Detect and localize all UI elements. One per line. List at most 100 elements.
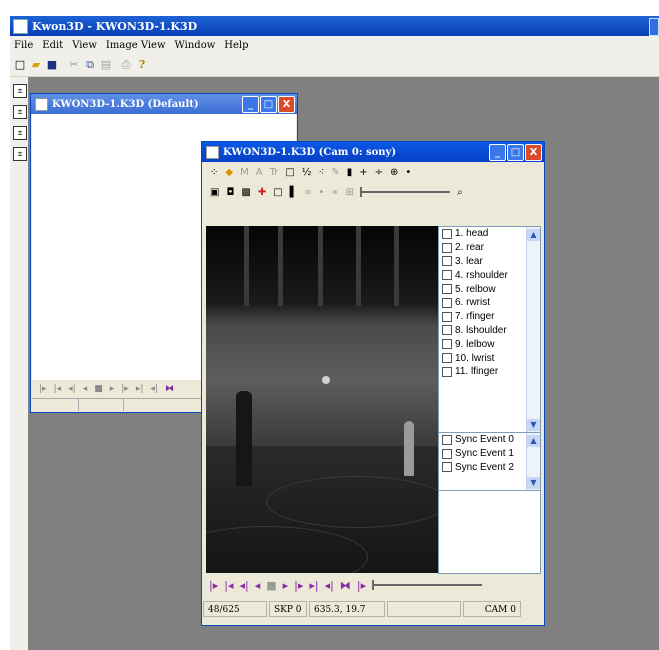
tool-a-icon[interactable]: ± [13,84,27,98]
step-back-icon[interactable]: ◂| [239,579,248,592]
menu-help[interactable]: Help [224,40,248,51]
event-item[interactable]: Sync Event 2 [439,461,540,475]
tool-c-icon[interactable]: ± [13,126,27,140]
point-list-scrollbar[interactable]: ▲ ▼ [526,227,540,433]
point-item[interactable]: 2. rear [439,241,540,255]
point-item[interactable]: 8. lshoulder [439,324,540,338]
point-checkbox[interactable] [442,242,452,253]
menu-window[interactable]: Window [175,40,216,51]
track-icon[interactable]: Tr [270,167,279,178]
stop-icon[interactable]: ■ [266,579,276,592]
window-icon[interactable]: ◘ [226,187,234,198]
point-checkbox[interactable] [442,311,452,322]
point-item[interactable]: 3. lear [439,255,540,269]
digitize-icon[interactable]: ⁘ [210,167,218,178]
menu-edit[interactable]: Edit [42,40,63,51]
cut-icon[interactable]: ✂ [68,58,80,72]
play-back-icon[interactable]: ◂ [83,384,88,394]
scale-icon[interactable]: ½ [302,167,312,178]
zoom-in-icon[interactable]: ∝ [331,187,338,198]
menu-image-view[interactable]: Image View [106,40,166,51]
page-icon[interactable]: ▮ [347,167,353,178]
point-item[interactable]: 10. lwrist [439,351,540,365]
zoom-out-icon[interactable]: ∝ [304,187,311,198]
point-item[interactable]: 1. head [439,227,540,241]
minimize-button[interactable] [649,18,659,36]
save-icon[interactable]: ■ [46,58,58,72]
sync-event-list[interactable]: Sync Event 0 Sync Event 1 Sync Event 2 ▲… [438,432,541,492]
close-button[interactable]: X [278,96,295,113]
paste-icon[interactable]: ▤ [100,58,112,72]
point-checkbox[interactable] [442,325,452,336]
point-checkbox[interactable] [442,366,452,377]
play-icon[interactable]: ▸ [110,384,115,394]
pen-icon[interactable]: ✎ [331,167,339,178]
point-checkbox[interactable] [442,228,452,239]
point-item[interactable]: 7. rfinger [439,310,540,324]
event-item[interactable]: Sync Event 1 [439,447,540,461]
scroll-down-icon[interactable]: ▼ [527,419,540,431]
loop-icon[interactable]: ◂| [150,384,158,394]
frame-icon[interactable]: □ [285,167,294,178]
manual-icon[interactable]: M [240,167,249,178]
first-frame-icon[interactable]: |◂ [224,579,233,592]
close-button[interactable]: X [525,144,542,161]
film-icon[interactable]: ▩ [241,187,250,198]
event-item[interactable]: Sync Event 0 [439,433,540,447]
range-icon[interactable]: ⧓ [165,384,174,394]
point-item[interactable]: 4. rshoulder [439,268,540,282]
minimize-button[interactable]: _ [242,96,259,113]
event-checkbox[interactable] [442,434,452,445]
crosshair-icon[interactable]: + [359,167,367,178]
play-icon[interactable]: ▸ [283,579,289,592]
point-item[interactable]: 9. lelbow [439,337,540,351]
fit-icon[interactable]: ⊞ [346,187,354,198]
copy-icon[interactable]: ⧉ [84,58,96,72]
new-icon[interactable]: □ [14,58,26,72]
scroll-up-icon[interactable]: ▲ [527,229,540,241]
scroll-up-icon[interactable]: ▲ [527,435,540,447]
step-forward-icon[interactable]: |▸ [121,384,129,394]
point-checkbox[interactable] [442,353,452,364]
print-icon[interactable]: ⎙ [120,58,132,72]
play-step-icon[interactable]: |▸ [209,579,218,592]
step-back-icon[interactable]: ◂| [68,384,76,394]
last-frame-icon[interactable]: ▸| [309,579,318,592]
camera-window-titlebar[interactable]: KWON3D-1.K3D (Cam 0: sony) _ □ X [202,142,544,162]
magnifier-icon[interactable]: ⌕ [457,187,463,198]
points-icon[interactable]: ⁖ [318,167,324,178]
first-frame-icon[interactable]: |◂ [54,384,62,394]
point-checkbox[interactable] [442,284,452,295]
dot-icon[interactable]: • [405,167,411,178]
menu-view[interactable]: View [72,40,97,51]
crosshair-small-icon[interactable]: ÷ [375,167,383,178]
event-list-scrollbar[interactable]: ▲ ▼ [526,433,540,491]
bar-icon[interactable]: ▌ [290,187,298,198]
scroll-down-icon[interactable]: ▼ [527,477,540,489]
tool-b-icon[interactable]: ± [13,105,27,119]
step-forward-icon[interactable]: |▸ [294,579,303,592]
brightness-slider[interactable] [359,187,450,197]
mark-icon[interactable]: |▸ [357,579,366,592]
minimize-button[interactable]: _ [489,144,506,161]
default-window-titlebar[interactable]: KWON3D-1.K3D (Default) _ □ X [31,94,297,114]
center-icon[interactable]: ✚ [258,187,266,198]
point-checkbox[interactable] [442,297,452,308]
play-back-icon[interactable]: ◂ [255,579,261,592]
menu-file[interactable]: File [14,40,33,51]
point-item[interactable]: 5. relbow [439,282,540,296]
tool-d-icon[interactable]: ± [13,147,27,161]
help-icon[interactable]: ? [136,58,148,72]
frame-slider[interactable] [372,580,483,590]
screen-icon[interactable]: ▣ [210,187,219,198]
point-list[interactable]: 1. head 2. rear 3. lear 4. rshoulder 5. … [438,226,541,434]
box-icon[interactable]: □ [273,187,282,198]
video-frame[interactable] [206,226,440,573]
range-icon[interactable]: ⧓ [340,579,351,592]
auto-icon[interactable]: A [256,167,263,178]
point-checkbox[interactable] [442,339,452,350]
target-icon[interactable]: ⊕ [390,167,398,178]
point-item[interactable]: 11. lfinger [439,365,540,379]
point-checkbox[interactable] [442,256,452,267]
point-item[interactable]: 6. rwrist [439,296,540,310]
